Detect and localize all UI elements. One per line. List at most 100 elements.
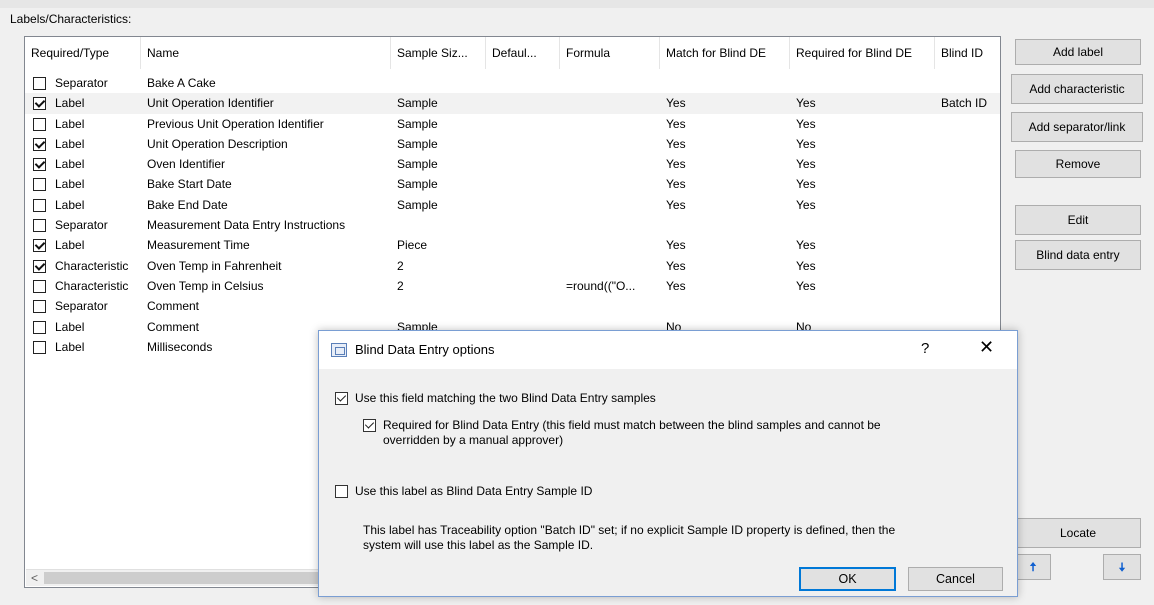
move-down-button[interactable]: 🠇 bbox=[1103, 554, 1141, 580]
row-required-checkbox[interactable] bbox=[33, 259, 46, 273]
move-up-button[interactable]: 🠅 bbox=[1015, 554, 1051, 580]
table-row[interactable]: Characteristic Oven Temp in Fahrenheit 2 Ye… bbox=[25, 256, 1000, 276]
col-header-match-blind[interactable]: Match for Blind DE bbox=[660, 37, 790, 69]
row-default bbox=[492, 235, 560, 255]
col-header-default[interactable]: Defaul... bbox=[486, 37, 560, 69]
row-name: Previous Unit Operation Identifier bbox=[147, 116, 324, 131]
row-sample-size: Sample bbox=[397, 136, 438, 151]
use-as-sample-id-checkbox[interactable] bbox=[335, 485, 348, 498]
row-required-checkbox[interactable] bbox=[33, 320, 46, 334]
add-separator-button[interactable]: Add separator/link bbox=[1011, 112, 1143, 142]
col-header-sample-size[interactable]: Sample Siz... bbox=[391, 37, 486, 69]
row-required-checkbox[interactable] bbox=[33, 97, 46, 111]
edit-button[interactable]: Edit bbox=[1015, 205, 1141, 235]
row-sample-size: Sample bbox=[397, 177, 438, 192]
scroll-thumb[interactable] bbox=[44, 572, 364, 584]
row-formula bbox=[566, 154, 660, 174]
row-formula bbox=[566, 195, 660, 215]
row-required-checkbox[interactable] bbox=[33, 77, 46, 90]
row-name: Oven Identifier bbox=[147, 157, 226, 172]
row-required-blind: Yes bbox=[796, 96, 816, 111]
table-row[interactable]: Label Measurement Time Piece Yes Yes bbox=[25, 235, 1000, 255]
required-for-blind-label-2: overridden by a manual approver) bbox=[383, 433, 564, 447]
table-row[interactable]: Label Oven Identifier Sample Yes Yes bbox=[25, 154, 1000, 174]
use-field-matching-checkbox[interactable] bbox=[335, 392, 348, 405]
scroll-left-icon[interactable]: < bbox=[26, 570, 43, 586]
row-match-blind: Yes bbox=[666, 116, 686, 131]
row-sample-size bbox=[397, 73, 486, 93]
row-required-checkbox[interactable] bbox=[33, 158, 46, 172]
row-blind-id bbox=[941, 256, 1000, 276]
row-required-checkbox[interactable] bbox=[33, 178, 46, 192]
row-required-checkbox[interactable] bbox=[33, 340, 46, 354]
row-sample-size: 2 bbox=[397, 258, 404, 273]
row-required-blind: Yes bbox=[796, 197, 816, 212]
row-default bbox=[492, 134, 560, 154]
row-required-checkbox[interactable] bbox=[33, 239, 46, 253]
row-type: Label bbox=[55, 319, 85, 334]
dialog-title-bar: Blind Data Entry options ? ✕ bbox=[319, 331, 1017, 369]
row-match-blind: Yes bbox=[666, 258, 686, 273]
traceability-info-2: system will use this label as the Sample… bbox=[363, 538, 594, 552]
row-name: Measurement Time bbox=[147, 238, 250, 253]
row-match-blind bbox=[666, 215, 790, 235]
row-required-checkbox[interactable] bbox=[33, 117, 46, 131]
row-default bbox=[492, 215, 560, 235]
row-type: Separator bbox=[55, 218, 108, 233]
table-row[interactable]: Separator Comment bbox=[25, 296, 1000, 316]
add-characteristic-button[interactable]: Add characteristic bbox=[1011, 74, 1143, 104]
row-required-checkbox[interactable] bbox=[33, 137, 46, 151]
row-name: Oven Temp in Celsius bbox=[147, 278, 264, 293]
table-row[interactable]: Label Unit Operation Identifier Sample Yes Y… bbox=[25, 93, 1000, 114]
row-match-blind bbox=[666, 73, 790, 93]
table-row[interactable]: Separator Measurement Data Entry Instruct… bbox=[25, 215, 1000, 235]
row-required-blind: Yes bbox=[796, 258, 816, 273]
row-type: Label bbox=[55, 116, 85, 131]
col-header-name[interactable]: Name bbox=[141, 37, 391, 69]
row-match-blind: Yes bbox=[666, 278, 686, 293]
row-required-checkbox[interactable] bbox=[33, 300, 46, 314]
col-header-blind-id[interactable]: Blind ID bbox=[935, 37, 1000, 69]
col-header-required-blind[interactable]: Required for Blind DE bbox=[790, 37, 935, 69]
row-type: Label bbox=[55, 339, 85, 354]
col-header-type[interactable]: Required/Type bbox=[25, 37, 141, 69]
cancel-button[interactable]: Cancel bbox=[908, 567, 1003, 591]
top-strip bbox=[0, 0, 1154, 8]
table-row[interactable]: Separator Bake A Cake bbox=[25, 73, 1000, 93]
blind-data-entry-button[interactable]: Blind data entry bbox=[1015, 240, 1141, 270]
table-row[interactable]: Label Bake Start Date Sample Yes Yes bbox=[25, 174, 1000, 194]
row-blind-id bbox=[941, 276, 1000, 296]
use-as-sample-id-label: Use this label as Blind Data Entry Sampl… bbox=[355, 484, 593, 498]
col-header-formula[interactable]: Formula bbox=[560, 37, 660, 69]
row-sample-size: Sample bbox=[397, 116, 438, 131]
row-blind-id bbox=[941, 215, 1000, 235]
row-formula bbox=[566, 256, 660, 276]
add-label-button[interactable]: Add label bbox=[1015, 39, 1141, 65]
row-required-checkbox[interactable] bbox=[33, 219, 46, 233]
close-icon[interactable]: ✕ bbox=[979, 337, 994, 358]
ok-button[interactable]: OK bbox=[799, 567, 896, 591]
required-for-blind-label-1: Required for Blind Data Entry (this fiel… bbox=[383, 418, 881, 432]
help-icon[interactable]: ? bbox=[921, 340, 929, 357]
row-name: Unit Operation Identifier bbox=[147, 96, 274, 111]
table-row[interactable]: Label Previous Unit Operation Identifier S… bbox=[25, 114, 1000, 134]
table-row[interactable]: Label Bake End Date Sample Yes Yes bbox=[25, 195, 1000, 215]
table-row[interactable]: Label Unit Operation Description Sample Yes… bbox=[25, 134, 1000, 154]
row-type: Label bbox=[55, 197, 85, 212]
required-for-blind-checkbox[interactable] bbox=[363, 419, 376, 432]
row-name: Comment bbox=[147, 299, 200, 314]
row-formula bbox=[566, 235, 660, 255]
row-required-checkbox[interactable] bbox=[33, 279, 46, 293]
row-type: Characteristic bbox=[55, 258, 129, 273]
remove-button[interactable]: Remove bbox=[1015, 150, 1141, 178]
row-required-checkbox[interactable] bbox=[33, 198, 46, 212]
row-formula bbox=[566, 134, 660, 154]
row-type: Separator bbox=[55, 76, 108, 90]
traceability-info-1: This label has Traceability option "Batc… bbox=[363, 523, 896, 537]
row-type: Characteristic bbox=[55, 278, 129, 293]
row-blind-id bbox=[941, 73, 1000, 93]
row-formula bbox=[566, 114, 660, 134]
row-default bbox=[492, 256, 560, 276]
table-row[interactable]: Characteristic Oven Temp in Celsius 2 =roun… bbox=[25, 276, 1000, 296]
locate-button[interactable]: Locate bbox=[1015, 518, 1141, 548]
